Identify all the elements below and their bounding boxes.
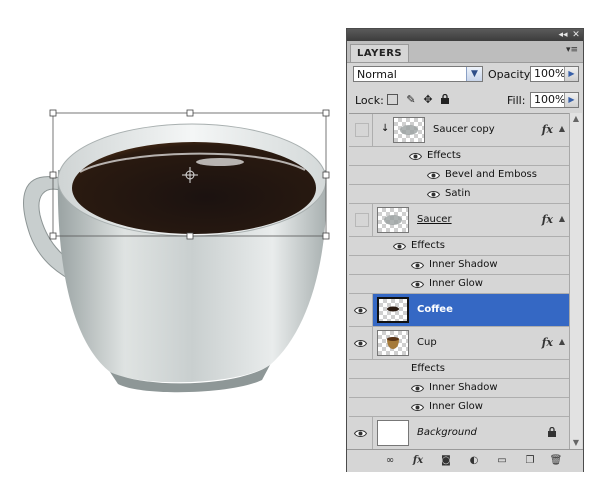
opacity-value: 100% <box>534 67 566 80</box>
blend-mode-select[interactable]: Normal ▼ <box>353 66 483 82</box>
eye-icon[interactable] <box>427 190 440 199</box>
new-group-icon[interactable]: ▭ <box>495 454 509 468</box>
layer-row-saucer-copy[interactable]: ↓ Saucer copy fx ▲ <box>349 114 569 147</box>
layer-thumbnail <box>377 330 409 356</box>
fx-icon[interactable]: fx <box>411 454 425 468</box>
effect-row[interactable]: Inner Glow <box>349 275 569 294</box>
trash-icon[interactable]: 🗑 <box>549 454 563 468</box>
effects-label: Effects <box>411 240 445 251</box>
fill-label: Fill: <box>507 94 526 107</box>
effect-name: Bevel and Emboss <box>445 169 537 180</box>
coffee-cup-image <box>23 109 330 393</box>
effect-name: Inner Shadow <box>429 259 498 270</box>
eye-icon[interactable] <box>354 429 367 438</box>
layer-name[interactable]: Saucer <box>417 214 452 225</box>
fill-value: 100% <box>534 93 566 106</box>
layer-name[interactable]: Cup <box>417 337 437 348</box>
eye-icon[interactable] <box>354 306 367 315</box>
eye-icon[interactable] <box>411 384 424 393</box>
lock-transparent-icon[interactable] <box>387 94 398 105</box>
effect-row[interactable]: Inner Shadow <box>349 379 569 398</box>
effects-row[interactable]: Effects <box>349 360 569 379</box>
layer-thumbnail <box>377 207 409 233</box>
layer-name[interactable]: Background <box>417 427 477 438</box>
lock-brush-icon[interactable]: ✎ <box>405 94 417 106</box>
effect-row[interactable]: Inner Shadow <box>349 256 569 275</box>
layer-name[interactable]: Coffee <box>417 304 453 315</box>
scroll-up-icon[interactable]: ▲ <box>570 113 582 125</box>
effects-label: Effects <box>411 363 445 374</box>
new-layer-icon[interactable]: ❐ <box>523 454 537 468</box>
layer-name[interactable]: Saucer copy <box>433 124 495 135</box>
panel-bottom-toolbar: ∞ fx ◙ ◐ ▭ ❐ 🗑 <box>347 449 583 472</box>
eye-icon[interactable] <box>411 261 424 270</box>
layer-row-saucer[interactable]: Saucer fx ▲ <box>349 204 569 237</box>
effect-row[interactable]: Inner Glow <box>349 398 569 417</box>
fill-slider-arrow-icon[interactable]: ▶ <box>564 93 578 107</box>
layer-thumbnail <box>377 420 409 446</box>
collapse-icon[interactable]: ◂◂ <box>557 29 569 41</box>
effects-row[interactable]: Effects <box>349 147 569 166</box>
adjustment-layer-icon[interactable]: ◐ <box>467 454 481 468</box>
layers-scrollbar[interactable]: ▲ ▼ <box>569 113 582 449</box>
eye-icon[interactable] <box>411 280 424 289</box>
eye-icon[interactable] <box>354 339 367 348</box>
eye-icon[interactable] <box>409 152 422 161</box>
effect-row[interactable]: Satin <box>349 185 569 204</box>
fill-field[interactable]: 100% ▶ <box>530 92 579 108</box>
opacity-label: Opacity: <box>488 68 534 81</box>
expand-effects-icon[interactable]: ▲ <box>559 337 565 346</box>
blend-mode-value: Normal <box>357 68 397 81</box>
add-mask-icon[interactable]: ◙ <box>439 454 453 468</box>
lock-all-icon[interactable] <box>439 93 451 106</box>
document-canvas[interactable] <box>0 0 345 504</box>
effect-row[interactable]: Bevel and Emboss <box>349 166 569 185</box>
layer-row-background[interactable]: Background <box>349 417 569 450</box>
fx-icon[interactable]: fx <box>542 336 553 349</box>
eye-icon[interactable] <box>427 171 440 180</box>
visibility-empty-box <box>355 213 369 227</box>
fx-icon[interactable]: fx <box>542 123 553 136</box>
layer-row-cup[interactable]: Cup fx ▲ <box>349 327 569 360</box>
visibility-toggle[interactable] <box>349 114 373 146</box>
lock-move-icon[interactable]: ✥ <box>422 94 434 106</box>
visibility-toggle[interactable] <box>349 294 373 326</box>
clip-arrow-icon: ↓ <box>381 123 390 134</box>
close-icon[interactable]: ✕ <box>570 29 582 41</box>
tab-layers[interactable]: LAYERS <box>350 44 410 62</box>
visibility-toggle[interactable] <box>349 327 373 359</box>
layers-panel: ◂◂ ✕ LAYERS ▾≡ Normal ▼ Opacity: 100% ▶ … <box>346 28 584 472</box>
expand-effects-icon[interactable]: ▲ <box>559 124 565 133</box>
effect-name: Inner Shadow <box>429 382 498 393</box>
effects-row[interactable]: Effects <box>349 237 569 256</box>
effects-label: Effects <box>427 150 461 161</box>
layer-thumbnail <box>393 117 425 143</box>
chevron-down-icon[interactable]: ▼ <box>466 67 482 81</box>
panel-titlebar[interactable]: ◂◂ ✕ <box>347 29 583 41</box>
expand-effects-icon[interactable]: ▲ <box>559 214 565 223</box>
opacity-slider-arrow-icon[interactable]: ▶ <box>564 67 578 81</box>
visibility-empty-box <box>355 123 369 137</box>
effect-name: Satin <box>445 188 471 199</box>
lock-icon <box>548 427 556 437</box>
opacity-field[interactable]: 100% ▶ <box>530 66 579 82</box>
lock-label: Lock: <box>355 94 384 107</box>
panel-menu-icon[interactable]: ▾≡ <box>565 44 579 56</box>
layer-thumbnail <box>377 297 409 323</box>
effect-name: Inner Glow <box>429 278 483 289</box>
scroll-down-icon[interactable]: ▼ <box>570 437 582 449</box>
visibility-toggle[interactable] <box>349 417 373 449</box>
layers-list: ↓ Saucer copy fx ▲ Effects Bevel and Emb… <box>349 113 569 450</box>
visibility-toggle[interactable] <box>349 204 373 236</box>
fx-icon[interactable]: fx <box>542 213 553 226</box>
layer-row-coffee[interactable]: Coffee <box>349 294 569 327</box>
link-layers-icon[interactable]: ∞ <box>383 454 397 468</box>
effect-name: Inner Glow <box>429 401 483 412</box>
eye-icon[interactable] <box>393 242 406 251</box>
eye-icon[interactable] <box>411 403 424 412</box>
